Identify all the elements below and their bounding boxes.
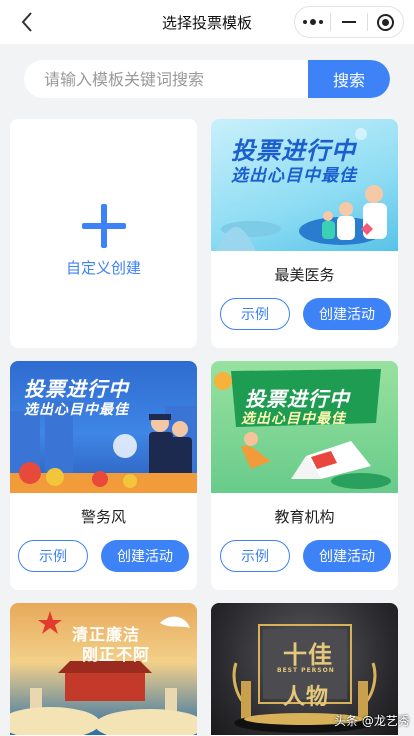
more-dots-icon: [302, 19, 323, 25]
template-name: 警务风: [80, 508, 126, 526]
search-button[interactable]: 搜索: [308, 60, 390, 98]
art-line2: 刚正不阿: [82, 645, 151, 664]
search-bar: 搜索: [24, 60, 390, 98]
template-card-medical: 投票进行中 选出心目中最佳 最美医务 示例 创建活动: [211, 119, 398, 348]
template-card-education: 投票进行中 选出心目中最佳 教育机构 示例 创建活动: [211, 361, 398, 590]
target-icon: [376, 13, 394, 31]
example-button[interactable]: 示例: [220, 540, 290, 572]
template-card-integrity: 清正廉洁 刚正不阿: [10, 603, 197, 736]
create-activity-button[interactable]: 创建活动: [101, 540, 189, 572]
example-button[interactable]: 示例: [220, 298, 290, 330]
close-button[interactable]: [368, 7, 403, 37]
template-image-medical[interactable]: 投票进行中 选出心目中最佳: [211, 119, 398, 251]
art-line1: 十佳: [283, 641, 333, 669]
art-subtitle: BEST PERSON: [277, 667, 335, 674]
minus-icon: [341, 21, 356, 23]
mini-program-capsule: [294, 6, 404, 38]
template-name: 最美医务: [274, 266, 335, 284]
create-activity-button[interactable]: 创建活动: [303, 540, 391, 572]
more-button[interactable]: [295, 7, 330, 37]
template-image-education[interactable]: 投票进行中 选出心目中最佳: [211, 361, 398, 493]
custom-create-card[interactable]: 自定义创建: [10, 119, 197, 348]
banner-line1: 投票进行中: [24, 377, 129, 401]
banner-line2: 选出心目中最佳: [24, 402, 129, 418]
template-image-police[interactable]: 投票进行中 选出心目中最佳: [10, 361, 197, 493]
custom-create-label: 自定义创建: [65, 259, 141, 277]
watermark: 头条 @龙艺秀: [334, 714, 410, 728]
plus-icon: [82, 204, 126, 248]
art-line2: 人物: [283, 685, 330, 710]
search-input[interactable]: [24, 60, 308, 98]
minimize-button[interactable]: [331, 7, 366, 37]
example-button[interactable]: 示例: [18, 540, 88, 572]
template-name: 教育机构: [274, 508, 335, 526]
template-image-integrity[interactable]: 清正廉洁 刚正不阿: [10, 603, 197, 735]
navigation-bar: 选择投票模板: [0, 0, 414, 44]
template-card-police: 投票进行中 选出心目中最佳 警务风 示例 创建活动: [10, 361, 197, 590]
create-activity-button[interactable]: 创建活动: [303, 298, 391, 330]
banner-line2: 选出心目中最佳: [231, 166, 357, 186]
banner-line2: 选出心目中最佳: [241, 411, 346, 427]
